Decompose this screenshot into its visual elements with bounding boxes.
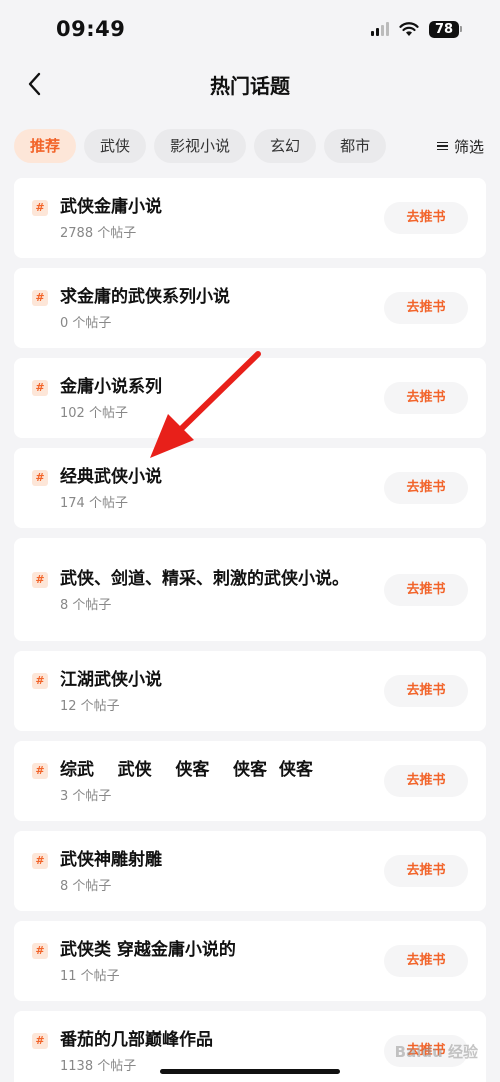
recommend-book-button[interactable]: 去推书 bbox=[384, 202, 468, 234]
tab-film-novels[interactable]: 影视小说 bbox=[154, 129, 247, 163]
chevron-left-icon bbox=[28, 72, 41, 96]
recommend-book-button[interactable]: 去推书 bbox=[384, 855, 468, 887]
hashtag-icon: # bbox=[32, 1033, 48, 1049]
status-icons: 78 bbox=[371, 20, 462, 38]
topic-post-count: 3 个帖子 bbox=[60, 789, 112, 804]
hashtag-icon: # bbox=[32, 571, 48, 588]
hashtag-icon: # bbox=[32, 673, 48, 689]
topic-title: 综武 武侠 侠客 侠客 侠客 bbox=[60, 760, 313, 780]
topic-post-count: 8 个帖子 bbox=[60, 879, 112, 894]
recommend-book-button[interactable]: 去推书 bbox=[384, 472, 468, 504]
hashtag-icon: # bbox=[32, 200, 48, 216]
cellular-signal-icon bbox=[371, 22, 389, 36]
topic-card[interactable]: # 经典武侠小说 174 个帖子 去推书 bbox=[14, 448, 486, 528]
back-button[interactable] bbox=[22, 70, 46, 98]
recommend-book-button[interactable]: 去推书 bbox=[384, 765, 468, 797]
recommend-book-button[interactable]: 去推书 bbox=[384, 292, 468, 324]
recommend-book-button[interactable]: 去推书 bbox=[384, 573, 468, 606]
topic-post-count: 11 个帖子 bbox=[60, 969, 120, 984]
topic-post-count: 102 个帖子 bbox=[60, 406, 128, 421]
hashtag-icon: # bbox=[32, 470, 48, 486]
hashtag-icon: # bbox=[32, 943, 48, 959]
hashtag-icon: # bbox=[32, 853, 48, 869]
topic-title: 武侠、剑道、精采、刺激的武侠小说。 bbox=[60, 568, 349, 589]
watermark: Baidu 经验 bbox=[394, 1043, 478, 1061]
hashtag-icon: # bbox=[32, 763, 48, 779]
topic-title: 武侠类 穿越金庸小说的 bbox=[60, 940, 236, 960]
tab-urban[interactable]: 都市 bbox=[324, 129, 387, 163]
tab-recommend[interactable]: 推荐 bbox=[14, 129, 77, 163]
topic-title: 武侠金庸小说 bbox=[60, 197, 162, 217]
recommend-book-button[interactable]: 去推书 bbox=[384, 382, 468, 414]
topic-title: 求金庸的武侠系列小说 bbox=[60, 287, 230, 307]
status-time: 09:49 bbox=[56, 17, 126, 41]
battery-icon: 78 bbox=[429, 20, 462, 38]
recommend-book-button[interactable]: 去推书 bbox=[384, 675, 468, 707]
page-title: 热门话题 bbox=[210, 73, 290, 98]
topic-card[interactable]: # 武侠类 穿越金庸小说的 11 个帖子 去推书 bbox=[14, 921, 486, 1001]
tab-fantasy[interactable]: 玄幻 bbox=[254, 129, 317, 163]
topic-title: 番茄的几部巅峰作品 bbox=[60, 1030, 213, 1050]
status-bar: 09:49 78 bbox=[0, 0, 500, 58]
topic-card[interactable]: # 综武 武侠 侠客 侠客 侠客 3 个帖子 去推书 bbox=[14, 741, 486, 821]
topic-post-count: 12 个帖子 bbox=[60, 699, 120, 714]
topic-post-count: 174 个帖子 bbox=[60, 496, 128, 511]
topic-card[interactable]: # 武侠、剑道、精采、刺激的武侠小说。 8 个帖子 去推书 bbox=[14, 538, 486, 641]
hashtag-icon: # bbox=[32, 380, 48, 396]
tab-wuxia[interactable]: 武侠 bbox=[84, 129, 147, 163]
filter-label: 筛选 bbox=[453, 137, 484, 156]
wifi-icon bbox=[399, 21, 419, 36]
menu-icon bbox=[436, 141, 448, 151]
topic-card[interactable]: # 武侠神雕射雕 8 个帖子 去推书 bbox=[14, 831, 486, 911]
topic-title: 江湖武侠小说 bbox=[60, 670, 162, 690]
topic-card[interactable]: # 求金庸的武侠系列小说 0 个帖子 去推书 bbox=[14, 268, 486, 348]
home-indicator[interactable] bbox=[160, 1069, 340, 1074]
category-tabs: 推荐 武侠 影视小说 玄幻 都市 筛选 bbox=[0, 127, 500, 165]
topic-card[interactable]: # 江湖武侠小说 12 个帖子 去推书 bbox=[14, 651, 486, 731]
topic-list: # 武侠金庸小说 2788 个帖子 去推书 # 求金庸的武侠系列小说 0 个帖子… bbox=[0, 178, 500, 1082]
topic-card[interactable]: # 武侠金庸小说 2788 个帖子 去推书 bbox=[14, 178, 486, 258]
nav-bar: 热门话题 bbox=[0, 58, 500, 110]
recommend-book-button[interactable]: 去推书 bbox=[384, 945, 468, 977]
topic-card[interactable]: # 金庸小说系列 102 个帖子 去推书 bbox=[14, 358, 486, 438]
filter-button[interactable]: 筛选 bbox=[418, 127, 500, 165]
hashtag-icon: # bbox=[32, 290, 48, 306]
topic-title: 金庸小说系列 bbox=[60, 377, 162, 397]
battery-level: 78 bbox=[429, 20, 459, 38]
topic-title: 武侠神雕射雕 bbox=[60, 850, 162, 870]
topic-post-count: 8 个帖子 bbox=[60, 597, 112, 613]
topic-post-count: 2788 个帖子 bbox=[60, 226, 137, 241]
topic-title: 经典武侠小说 bbox=[60, 467, 162, 487]
topic-post-count: 0 个帖子 bbox=[60, 316, 112, 331]
